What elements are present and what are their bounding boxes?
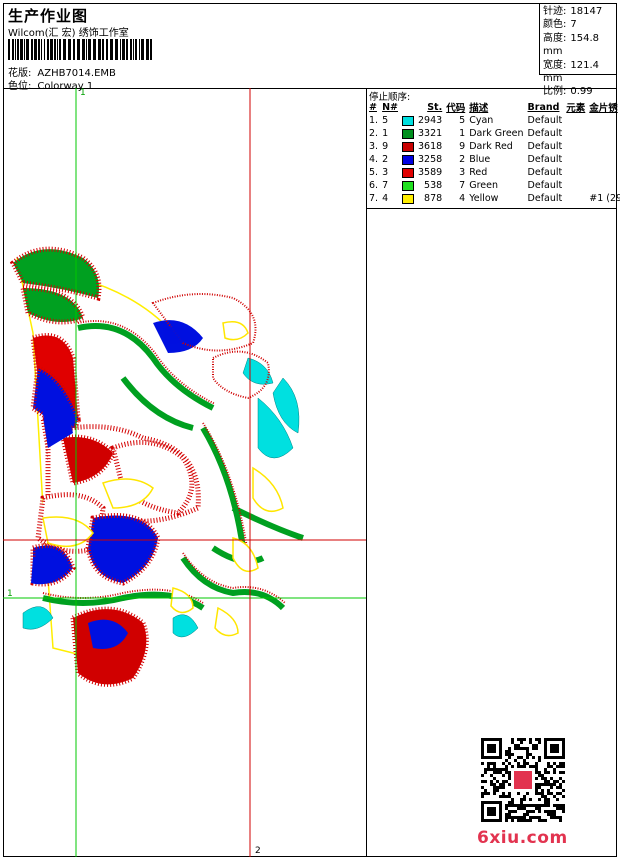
color-code: 1 — [459, 128, 466, 139]
thread-brand: Default — [527, 115, 563, 126]
thread-brand: Default — [527, 128, 563, 139]
sequin-info — [587, 179, 620, 192]
element — [564, 114, 587, 127]
sequin-info — [587, 114, 620, 127]
element — [564, 140, 587, 153]
sequin-info — [587, 153, 620, 166]
guide-label-top: 1 — [80, 88, 86, 98]
color-swatch — [402, 141, 414, 152]
color-swatch — [402, 180, 414, 191]
stop-index: 3. — [369, 141, 379, 152]
stitch-count: 3258 — [418, 154, 443, 165]
stat-stitches: 针迹: 18147 — [543, 6, 603, 17]
element — [564, 166, 587, 179]
stop-index: 4. — [369, 154, 379, 165]
stats-panel: 针迹: 18147 颜色: 7 高度: 154.8 mm 宽度: 121.4 mm 比例… — [539, 3, 617, 97]
color-swatch — [402, 193, 414, 204]
guide-label-left: 1 — [7, 589, 13, 599]
thread-brand: Default — [527, 180, 563, 191]
color-swatch — [402, 115, 414, 126]
color-code: 9 — [459, 141, 466, 152]
element — [564, 153, 587, 166]
stop-index: 6. — [369, 180, 379, 191]
stop-index: 7. — [369, 193, 379, 204]
stop-row: 7.48784YellowDefault#1 (298) — [367, 192, 620, 205]
sequin-info — [587, 166, 620, 179]
guide-label-bottom: 2 — [255, 846, 261, 856]
stop-table-header: # N# St. 代码 描述 Brand 元素 金片锈 — [369, 101, 618, 115]
color-code: 5 — [459, 115, 466, 126]
stitch-count: 3618 — [418, 141, 443, 152]
color-swatch — [402, 154, 414, 165]
color-swatch — [402, 167, 414, 178]
sequin-info: #1 (298) — [589, 193, 620, 204]
stop-row: 6. 7 538 7 Green Default — [367, 179, 620, 192]
stop-index: 1. — [369, 115, 379, 126]
color-description: Blue — [469, 154, 491, 165]
page-title: 生产作业图 — [8, 7, 89, 25]
stop-row: 4. 2 3258 2 Blue Default — [367, 153, 620, 166]
stop-row: 1. 5 2943 5 Cyan Default — [367, 114, 620, 127]
stitch-count: 538 — [424, 180, 443, 191]
color-description: Cyan — [469, 115, 494, 126]
embroidery-design-image — [3, 88, 366, 857]
stop-row: 2. 1 3321 1 Dark Green Default — [367, 127, 620, 140]
element — [564, 127, 587, 140]
sequin-info — [587, 140, 620, 153]
color-description: Yellow — [469, 193, 499, 204]
needle-number: 9 — [382, 141, 389, 152]
design-preview-area[interactable]: 1 1 2 — [3, 88, 367, 857]
stitch-count: 3321 — [418, 128, 443, 139]
stat-width: 宽度: 121.4 mm — [543, 59, 600, 85]
needle-number: 3 — [382, 167, 389, 178]
sequin-info — [587, 127, 620, 140]
color-description: Dark Green — [469, 128, 524, 139]
thread-brand: Default — [527, 141, 563, 152]
stat-colors: 颜色: 7 — [543, 19, 577, 31]
color-description: Green — [469, 180, 498, 191]
color-description: Red — [469, 167, 488, 178]
stop-row: 5. 3 3589 3 Red Default — [367, 166, 620, 179]
needle-number: 7 — [382, 180, 389, 191]
thread-brand: Default — [527, 167, 563, 178]
color-code: 2 — [459, 154, 466, 165]
barcode — [8, 39, 152, 60]
watermark-text: 6xiu.com — [477, 828, 568, 848]
header: 生产作业图 Wilcom(汇 宏) 绣饰工作室 花版: AZHB7014.EMB … — [3, 3, 617, 97]
thread-brand: Default — [527, 193, 563, 204]
thread-brand: Default — [527, 154, 563, 165]
needle-number: 1 — [382, 128, 389, 139]
color-code: 4 — [459, 193, 466, 204]
stitch-count: 878 — [424, 193, 443, 204]
needle-number: 2 — [382, 154, 389, 165]
stop-index: 5. — [369, 167, 379, 178]
stitch-count: 2943 — [418, 115, 443, 126]
color-code: 7 — [459, 180, 466, 191]
needle-number: 4 — [382, 193, 389, 204]
stop-sequence-panel: 停止顺序: # N# St. 代码 描述 Brand 元素 金片锈 1. 5 294… — [367, 88, 620, 209]
color-description: Dark Red — [469, 141, 513, 152]
stop-index: 2. — [369, 128, 379, 139]
element — [564, 192, 587, 205]
company-name: Wilcom(汇 宏) 绣饰工作室 — [8, 28, 129, 39]
element — [564, 179, 587, 192]
stitch-count: 3589 — [418, 167, 443, 178]
stat-height: 高度: 154.8 mm — [543, 32, 600, 58]
color-swatch — [402, 128, 414, 139]
needle-number: 5 — [382, 115, 389, 126]
stop-row: 3. 9 3618 9 Dark Red Default — [367, 140, 620, 153]
stop-sequence-table: # N# St. 代码 描述 Brand 元素 金片锈 1. 5 2943 5 Cyan… — [367, 100, 620, 205]
qr-center-logo — [514, 771, 532, 789]
color-code: 3 — [459, 167, 466, 178]
qr-code — [481, 738, 565, 822]
